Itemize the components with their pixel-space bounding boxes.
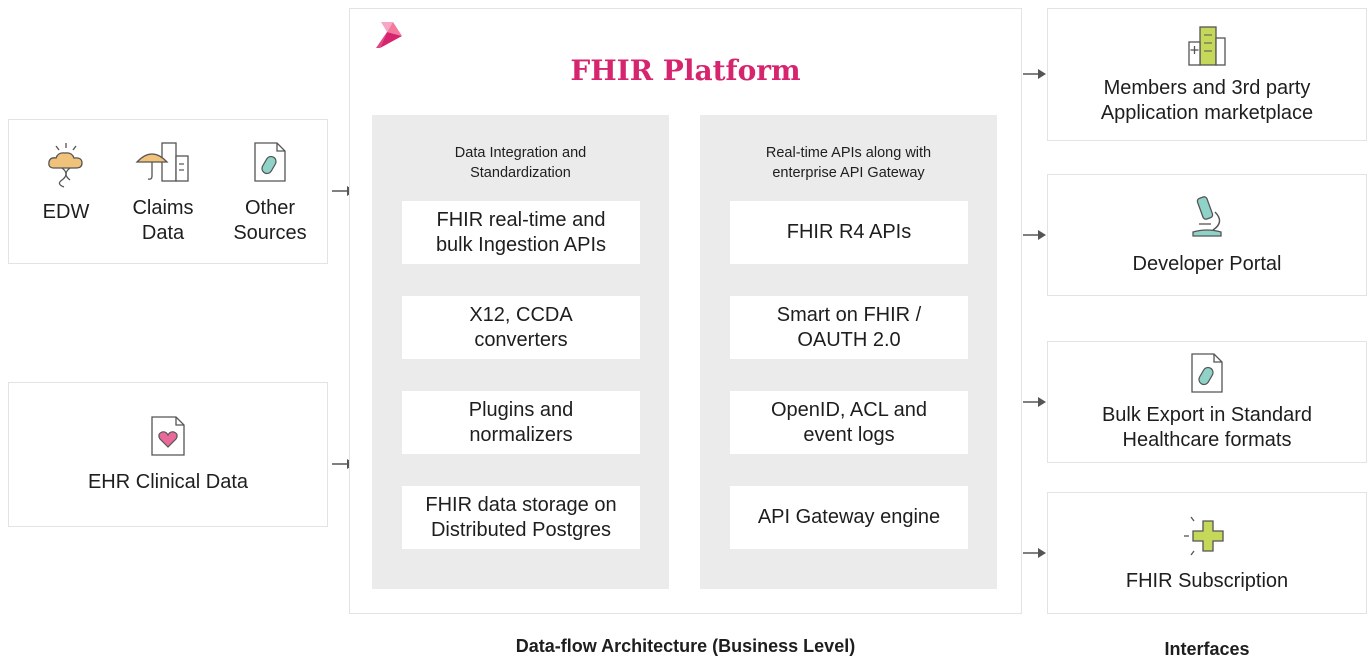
source-other: Other Sources bbox=[229, 140, 311, 246]
integration-item: FHIR data storage on Distributed Postgre… bbox=[402, 486, 640, 549]
umbrella-building-icon bbox=[135, 142, 189, 182]
interface-bulk-export-label: Bulk Export in Standard Healthcare forma… bbox=[1101, 404, 1313, 451]
source-other-label: Other Sources bbox=[233, 197, 307, 244]
plus-sparkle-icon bbox=[1184, 516, 1224, 555]
arrow-platform-to-portal bbox=[1023, 230, 1046, 240]
interface-marketplace: Members and 3rd party Application market… bbox=[1047, 8, 1367, 141]
microscope-icon bbox=[1192, 195, 1222, 237]
api-item: FHIR R4 APIs bbox=[730, 201, 968, 264]
integration-item-label: FHIR data storage on Distributed Postgre… bbox=[425, 493, 617, 541]
arrow-platform-to-subscription bbox=[1023, 548, 1046, 558]
arrow-platform-to-marketplace bbox=[1023, 69, 1046, 79]
source-edw-label: EDW bbox=[42, 201, 90, 223]
interface-bulk-export: Bulk Export in Standard Healthcare forma… bbox=[1047, 341, 1367, 463]
interface-developer-portal: Developer Portal bbox=[1047, 174, 1367, 296]
platform-title: FHIR Platform bbox=[570, 54, 801, 87]
integration-item: Plugins and normalizers bbox=[402, 391, 640, 454]
arrow-platform-to-bulk-export bbox=[1023, 397, 1046, 407]
api-item-label: OpenID, ACL and event logs bbox=[770, 398, 928, 446]
integration-panel-title: Data Integration and Standardization bbox=[454, 145, 587, 181]
integration-item: FHIR real-time and bulk Ingestion APIs bbox=[402, 201, 640, 264]
api-item-label: API Gateway engine bbox=[757, 506, 941, 528]
buildings-icon bbox=[1188, 25, 1226, 66]
integration-item-label: FHIR real-time and bulk Ingestion APIs bbox=[435, 208, 607, 256]
api-item: Smart on FHIR / OAUTH 2.0 bbox=[730, 296, 968, 359]
ehr-box: EHR Clinical Data bbox=[8, 382, 328, 527]
api-item: API Gateway engine bbox=[730, 486, 968, 549]
integration-item-label: X12, CCDA converters bbox=[469, 303, 573, 351]
source-claims-label: Claims Data bbox=[132, 197, 194, 244]
interface-subscription-label: FHIR Subscription bbox=[1125, 569, 1289, 592]
apis-panel: Real-time APIs along with enterprise API… bbox=[700, 115, 997, 589]
interface-marketplace-label: Members and 3rd party Application market… bbox=[1100, 76, 1314, 124]
source-claims: Claims Data bbox=[125, 140, 201, 246]
integration-item-label: Plugins and normalizers bbox=[468, 398, 574, 446]
interface-developer-portal-label: Developer Portal bbox=[1132, 252, 1282, 275]
architecture-caption: Data-flow Architecture (Business Level) bbox=[515, 636, 856, 656]
integration-item: X12, CCDA converters bbox=[402, 296, 640, 359]
document-pill-icon bbox=[1191, 353, 1223, 393]
apis-panel-title: Real-time APIs along with enterprise API… bbox=[765, 145, 932, 181]
sources-box: EDW Claims Data Other Sources bbox=[8, 119, 328, 264]
interfaces-caption: Interfaces bbox=[1164, 639, 1250, 659]
cloud-dna-icon bbox=[48, 143, 83, 188]
ehr-label: EHR Clinical Data bbox=[87, 471, 249, 493]
interface-subscription: FHIR Subscription bbox=[1047, 492, 1367, 614]
source-edw: EDW bbox=[31, 140, 101, 225]
document-pill-icon bbox=[254, 142, 286, 182]
platform-logo-icon bbox=[376, 22, 402, 48]
api-item: OpenID, ACL and event logs bbox=[730, 391, 968, 454]
api-item-label: Smart on FHIR / OAUTH 2.0 bbox=[776, 303, 922, 351]
api-item-label: FHIR R4 APIs bbox=[786, 221, 912, 243]
document-heart-icon bbox=[151, 416, 185, 456]
integration-panel: Data Integration and Standardization FHI… bbox=[372, 115, 669, 589]
